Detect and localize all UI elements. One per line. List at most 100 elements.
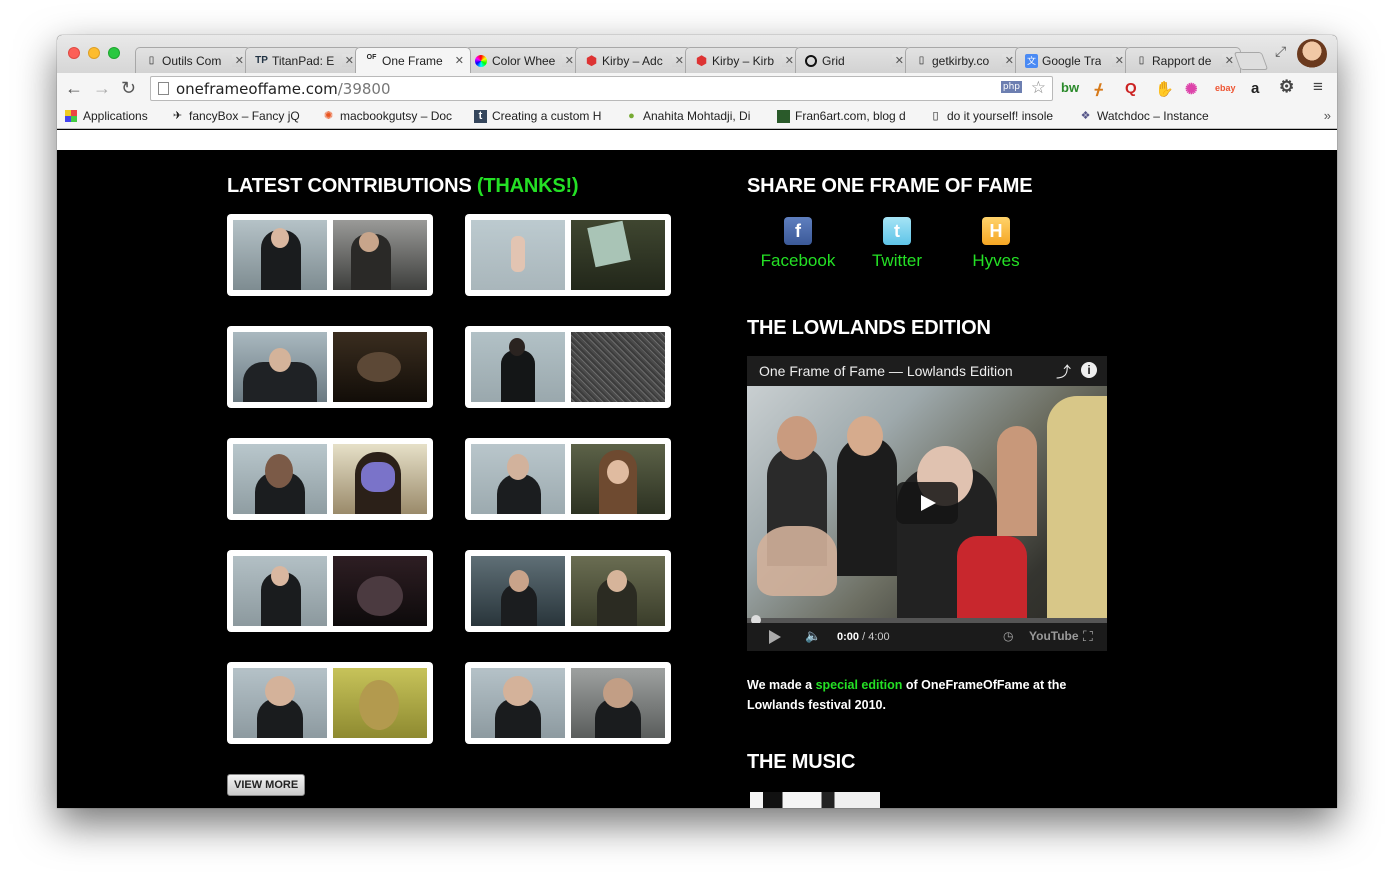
- contribution-thumbnail[interactable]: [571, 444, 665, 514]
- contribution-pair[interactable]: [465, 550, 671, 632]
- tab-rapport[interactable]: ▯ Rapport de ✕: [1125, 47, 1241, 73]
- adblock-extension-icon[interactable]: Q: [1125, 80, 1137, 97]
- tab-color-wheel[interactable]: Color Whee ✕: [465, 47, 581, 73]
- contribution-thumbnail[interactable]: [233, 444, 327, 514]
- contribution-thumbnail[interactable]: [233, 556, 327, 626]
- contribution-thumbnail[interactable]: [233, 220, 327, 290]
- bookmark-applications[interactable]: Applications: [65, 109, 165, 123]
- new-tab-button[interactable]: [1233, 52, 1269, 70]
- music-thumbnail[interactable]: [750, 792, 880, 808]
- close-tab-icon[interactable]: ✕: [1111, 54, 1124, 67]
- play-icon[interactable]: [769, 630, 781, 644]
- special-edition-link[interactable]: special edition: [816, 678, 903, 692]
- tab-kirby-1[interactable]: ⬢ Kirby – Adc ✕: [575, 47, 691, 73]
- contribution-thumbnail[interactable]: [233, 668, 327, 738]
- back-icon[interactable]: ←: [65, 78, 83, 99]
- tab-kirby-2[interactable]: ⬢ Kirby – Kirb ✕: [685, 47, 801, 73]
- contribution-thumbnail[interactable]: [471, 332, 565, 402]
- bookmarks-overflow-icon[interactable]: »: [1324, 108, 1331, 123]
- ebay-extension-icon[interactable]: ebay: [1215, 83, 1236, 93]
- share-icon[interactable]: ⤴: [1056, 361, 1071, 382]
- settings-gear-icon[interactable]: ⚙: [1279, 77, 1294, 97]
- tab-titanpad[interactable]: TP TitanPad: E ✕: [245, 47, 361, 73]
- close-tab-icon[interactable]: ✕: [781, 54, 794, 67]
- bookmark-macbookgutsy[interactable]: ✺ macbookgutsy – Doc: [322, 109, 457, 123]
- contribution-pair[interactable]: [465, 326, 671, 408]
- contribution-pair[interactable]: [465, 662, 671, 744]
- blog-icon: [777, 110, 790, 123]
- share-heading: SHARE ONE FRAME OF FAME: [747, 175, 1033, 197]
- bookmark-watchdoc[interactable]: ❖ Watchdoc – Instance: [1079, 109, 1214, 123]
- bookmark-diy-insole[interactable]: ▯ do it yourself! insole: [929, 109, 1064, 123]
- contribution-pair[interactable]: [227, 662, 433, 744]
- close-tab-icon[interactable]: ✕: [561, 54, 574, 67]
- contribution-thumbnail[interactable]: [571, 332, 665, 402]
- bw-extension-icon[interactable]: bw: [1061, 80, 1079, 95]
- video-player[interactable]: One Frame of Fame — Lowlands Edition ⤴ i…: [747, 356, 1107, 651]
- colorpicker-extension-icon[interactable]: ✺: [1185, 80, 1198, 98]
- apps-grid-icon: [65, 110, 77, 122]
- hand-extension-icon[interactable]: ✋: [1155, 80, 1174, 98]
- amazon-extension-icon[interactable]: a: [1251, 80, 1259, 97]
- play-button[interactable]: [896, 482, 958, 524]
- tab-outils[interactable]: ▯ Outils Com ✕: [135, 47, 251, 73]
- profile-avatar[interactable]: [1297, 39, 1327, 69]
- tab-grid[interactable]: Grid ✕: [795, 47, 911, 73]
- contribution-pair[interactable]: [227, 214, 433, 296]
- video-title[interactable]: One Frame of Fame — Lowlands Edition: [747, 356, 1107, 386]
- zoom-window-button[interactable]: [108, 47, 120, 59]
- share-twitter[interactable]: t Twitter: [852, 217, 942, 271]
- reload-icon[interactable]: ↻: [121, 78, 136, 99]
- youtube-logo[interactable]: YouTube: [1029, 629, 1079, 643]
- bookmark-creating-custom[interactable]: t Creating a custom H: [474, 109, 609, 123]
- fullscreen-icon[interactable]: ⤢: [1275, 43, 1286, 60]
- close-tab-icon[interactable]: ✕: [231, 54, 244, 67]
- tab-getkirby[interactable]: ▯ getkirby.co ✕: [905, 47, 1021, 73]
- bookmark-fancybox[interactable]: ✈ fancyBox – Fancy jQ: [171, 109, 306, 123]
- close-tab-icon[interactable]: ✕: [341, 54, 354, 67]
- php-extension-icon[interactable]: php: [1000, 81, 1022, 93]
- contribution-pair[interactable]: [227, 550, 433, 632]
- contribution-thumbnail[interactable]: [471, 668, 565, 738]
- extension-icon[interactable]: ᚋ: [1095, 80, 1102, 98]
- bookmark-anahita[interactable]: ● Anahita Mohtadji, Di: [625, 109, 760, 123]
- tab-google-translate[interactable]: 文 Google Tra ✕: [1015, 47, 1131, 73]
- fullscreen-icon[interactable]: ⛶: [1083, 628, 1093, 645]
- share-hyves[interactable]: H Hyves: [951, 217, 1041, 271]
- address-bar[interactable]: oneframeoffame.com/39800 php ☆: [150, 76, 1053, 101]
- watch-later-icon[interactable]: ◷: [1003, 629, 1013, 643]
- share-facebook[interactable]: f Facebook: [753, 217, 843, 271]
- page-icon: ▯: [918, 55, 925, 66]
- contribution-thumbnail[interactable]: [333, 332, 427, 402]
- contribution-thumbnail[interactable]: [471, 220, 565, 290]
- contribution-pair[interactable]: [465, 214, 671, 296]
- contribution-pair[interactable]: [227, 326, 433, 408]
- menu-icon[interactable]: ≡: [1313, 77, 1323, 97]
- contribution-thumbnail[interactable]: [471, 444, 565, 514]
- close-tab-icon[interactable]: ✕: [451, 54, 464, 67]
- contribution-thumbnail[interactable]: [333, 220, 427, 290]
- close-window-button[interactable]: [68, 47, 80, 59]
- contribution-thumbnail[interactable]: [571, 668, 665, 738]
- contribution-pair[interactable]: [465, 438, 671, 520]
- close-tab-icon[interactable]: ✕: [1001, 54, 1014, 67]
- forward-icon[interactable]: →: [93, 78, 111, 99]
- volume-icon[interactable]: 🔈: [805, 628, 821, 644]
- close-tab-icon[interactable]: ✕: [891, 54, 904, 67]
- contribution-thumbnail[interactable]: [333, 556, 427, 626]
- bookmark-fran6art[interactable]: Fran6art.com, blog d: [777, 109, 912, 123]
- contribution-thumbnail[interactable]: [233, 332, 327, 402]
- contribution-thumbnail[interactable]: [571, 556, 665, 626]
- view-more-button[interactable]: VIEW MORE: [227, 774, 306, 796]
- contribution-thumbnail[interactable]: [571, 220, 665, 290]
- contribution-thumbnail[interactable]: [333, 668, 427, 738]
- contribution-pair[interactable]: [227, 438, 433, 520]
- close-tab-icon[interactable]: ✕: [1221, 54, 1234, 67]
- contribution-thumbnail[interactable]: [333, 444, 427, 514]
- contribution-thumbnail[interactable]: [471, 556, 565, 626]
- info-icon[interactable]: i: [1081, 362, 1097, 378]
- bookmark-star-icon[interactable]: ☆: [1031, 78, 1046, 98]
- tab-one-frame[interactable]: OF One Frame ✕: [355, 47, 471, 73]
- minimize-window-button[interactable]: [88, 47, 100, 59]
- close-tab-icon[interactable]: ✕: [671, 54, 684, 67]
